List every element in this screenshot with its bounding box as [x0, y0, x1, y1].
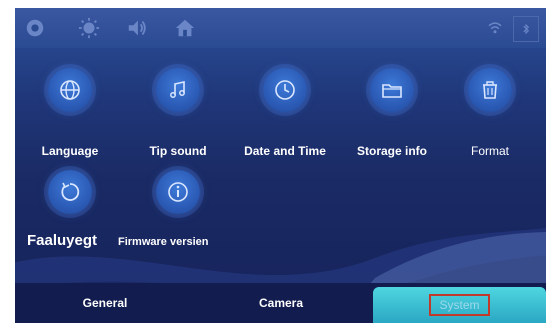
tile-label-tip-sound: Tip sound	[149, 144, 207, 158]
tab-general-label: General	[82, 296, 128, 310]
tile-storage-info[interactable]: Storage info	[337, 68, 447, 178]
tab-camera-label: Camera	[258, 296, 304, 310]
tab-system-label: System	[429, 294, 490, 316]
tile-label-language: Language	[41, 144, 99, 158]
brightness-icon[interactable]	[77, 16, 101, 40]
settings-screen: Language Tip sound Date and Time Storage…	[15, 8, 546, 323]
tile-factory-reset[interactable]	[15, 170, 125, 220]
bottom-tab-bar: General Camera System	[15, 283, 546, 323]
wifi-icon	[483, 16, 507, 40]
folder-icon	[370, 68, 414, 112]
volume-icon[interactable]	[125, 16, 149, 40]
tile-language[interactable]: Language	[15, 68, 125, 178]
reset-icon	[48, 170, 92, 214]
tile-format[interactable]: Format	[435, 68, 545, 178]
tile-tip-sound[interactable]: Tip sound	[123, 68, 233, 178]
top-bar	[15, 8, 546, 48]
tile-label-format: Format	[470, 144, 509, 158]
tab-general[interactable]: General	[15, 283, 195, 323]
firmware-version-label: Firmware versien	[118, 236, 209, 248]
home-icon[interactable]	[173, 16, 197, 40]
globe-icon	[48, 68, 92, 112]
tile-firmware-version[interactable]	[123, 170, 233, 220]
tile-date-time[interactable]: Date and Time	[230, 68, 340, 178]
tile-label-storage-info: Storage info	[356, 144, 427, 158]
tab-system[interactable]: System	[373, 287, 546, 323]
music-note-icon	[156, 68, 200, 112]
info-icon	[156, 170, 200, 214]
bluetooth-icon	[513, 16, 539, 42]
tile-label-date-time: Date and Time	[244, 144, 326, 158]
trash-icon	[468, 68, 512, 112]
clock-icon	[263, 68, 307, 112]
tab-camera[interactable]: Camera	[195, 283, 367, 323]
factory-reset-label: Faaluyegt	[27, 232, 98, 249]
settings-gear-icon[interactable]	[23, 16, 47, 40]
